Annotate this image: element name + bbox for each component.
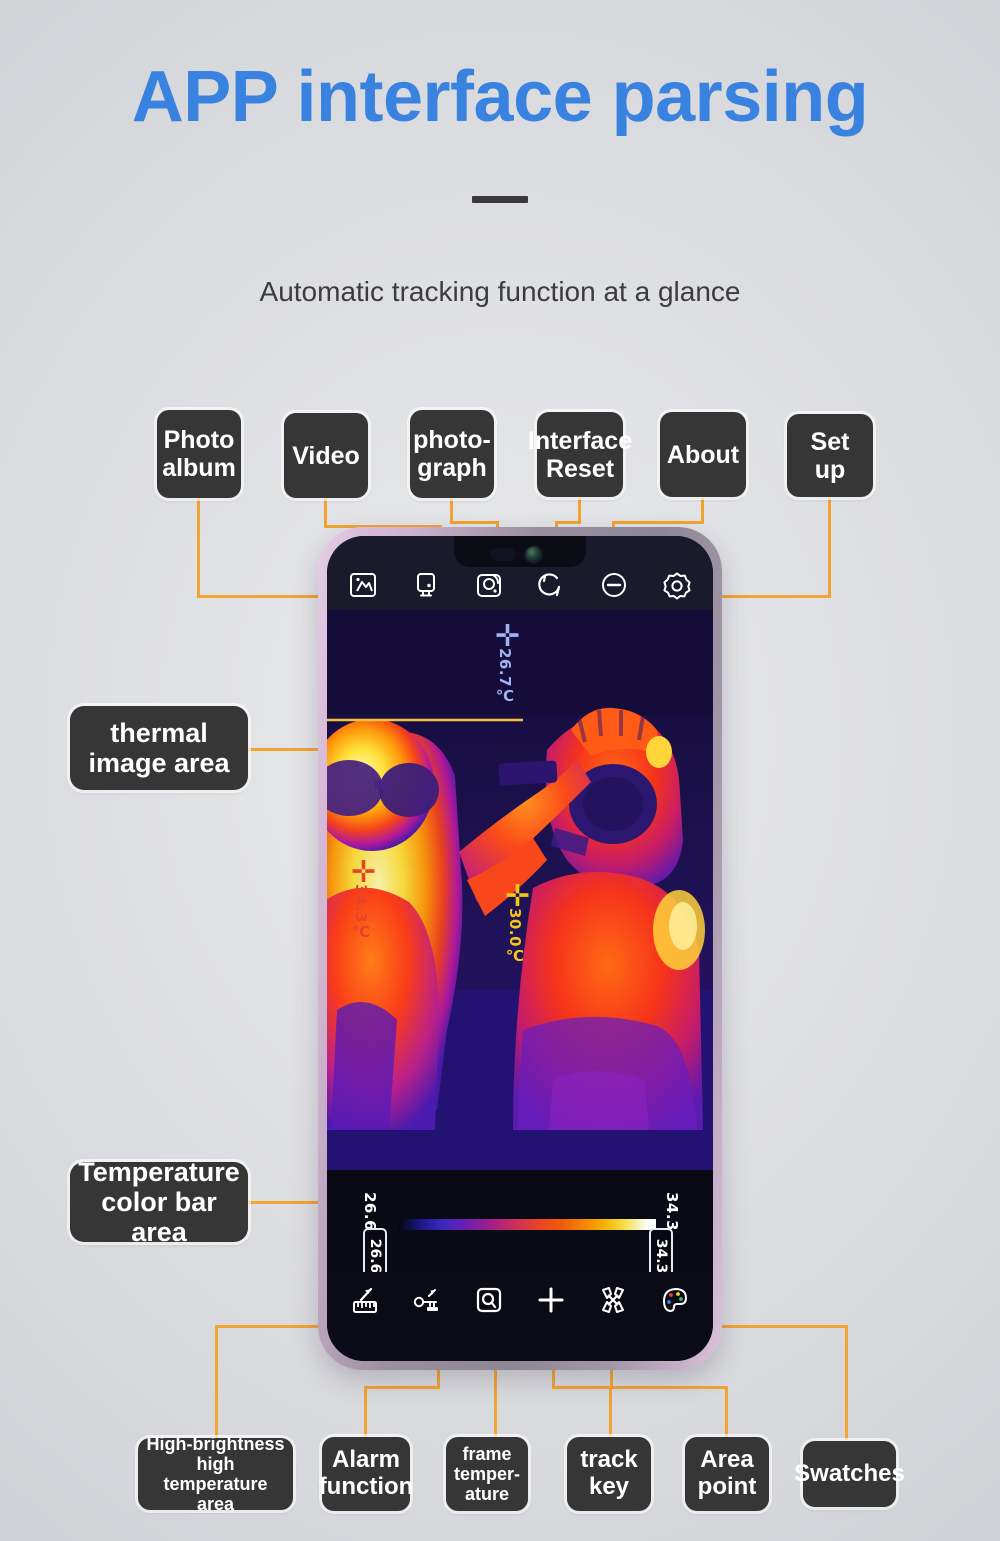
cold-spot-marker[interactable]: ✛ 26.7℃ bbox=[495, 622, 555, 712]
hot-spot-marker[interactable]: ✛ 34.3℃ bbox=[351, 858, 411, 948]
callout-alarm-function-label: Alarm function bbox=[318, 1446, 414, 1500]
colorbar-gradient[interactable] bbox=[399, 1219, 656, 1230]
connector-photograph-h bbox=[450, 521, 498, 524]
callout-video[interactable]: Video bbox=[284, 413, 368, 498]
connector-alarm-h bbox=[364, 1386, 440, 1389]
callout-photograph-label: photo- graph bbox=[413, 426, 491, 482]
phone-notch bbox=[454, 536, 586, 567]
callout-swatches[interactable]: Swatches bbox=[794, 1441, 905, 1507]
callout-video-label: Video bbox=[292, 441, 360, 470]
camera-shutter-icon[interactable] bbox=[473, 569, 505, 601]
callout-interface-reset[interactable]: Interface Reset bbox=[528, 412, 632, 497]
center-spot-marker[interactable]: ✛ 30.0℃ bbox=[505, 882, 565, 972]
connector-about-h bbox=[612, 521, 704, 524]
alarm-key-icon[interactable] bbox=[411, 1284, 443, 1316]
phone-screen: ✛ 26.7℃ ✛ 34.3℃ ✛ 30.0℃ 26.6 34.3 26.6 3… bbox=[327, 536, 713, 1361]
connector-track-h bbox=[552, 1386, 612, 1389]
palette-icon[interactable] bbox=[659, 1284, 691, 1316]
callout-thermal-image-area-label: thermal image area bbox=[88, 717, 230, 778]
connector-video-v1 bbox=[324, 498, 327, 528]
hot-spot-value: 34.3℃ bbox=[352, 884, 370, 942]
callout-set-up-label: Set up bbox=[810, 427, 850, 484]
connector-setup-v1 bbox=[828, 498, 831, 598]
colorbar-min-handle-value: 26.6 bbox=[367, 1238, 383, 1274]
frame-temperature-icon[interactable] bbox=[473, 1284, 505, 1316]
connector-alarm-v2 bbox=[364, 1386, 367, 1440]
rotate-reset-icon[interactable] bbox=[535, 569, 567, 601]
center-spot-value: 30.0℃ bbox=[506, 908, 524, 966]
thermal-image-area[interactable]: ✛ 26.7℃ ✛ 34.3℃ ✛ 30.0℃ bbox=[327, 610, 713, 1170]
video-recorder-icon[interactable] bbox=[410, 569, 442, 601]
callout-high-brightness-area-label: High-brightness high temperature area bbox=[146, 1433, 285, 1515]
connector-area-v2 bbox=[725, 1386, 728, 1440]
callout-photo-album[interactable]: Photo album bbox=[157, 410, 241, 498]
callout-frame-temperature-label: frame temper- ature bbox=[454, 1443, 521, 1505]
callout-swatches-label: Swatches bbox=[794, 1459, 905, 1487]
callout-area-point-label: Area point bbox=[697, 1446, 757, 1500]
colorbar-min-label: 26.6 bbox=[361, 1192, 379, 1232]
connector-area-h bbox=[610, 1386, 728, 1389]
callout-track-key[interactable]: track key bbox=[567, 1437, 651, 1511]
callout-frame-temperature[interactable]: frame temper- ature bbox=[446, 1437, 528, 1511]
callout-temperature-color-bar-area[interactable]: Temperature color bar area bbox=[70, 1157, 248, 1247]
image-crop-icon[interactable] bbox=[347, 569, 379, 601]
connector-swatches-v bbox=[845, 1325, 848, 1440]
page-title: APP interface parsing bbox=[131, 57, 869, 137]
front-camera-icon bbox=[526, 547, 541, 562]
callout-interface-reset-label: Interface Reset bbox=[527, 426, 633, 483]
connector-photo-album-v1 bbox=[197, 498, 200, 598]
earpiece-speaker bbox=[490, 548, 516, 561]
area-point-icon[interactable] bbox=[597, 1284, 629, 1316]
callout-temperature-color-bar-area-label: Temperature color bar area bbox=[78, 1156, 240, 1248]
title-divider bbox=[472, 196, 528, 203]
callout-set-up[interactable]: Set up bbox=[787, 414, 873, 497]
callout-high-brightness-area[interactable]: High-brightness high temperature area bbox=[138, 1434, 293, 1514]
callout-about-label: About bbox=[666, 440, 740, 469]
colorbar-max-label: 34.3 bbox=[663, 1192, 681, 1232]
phone-device: ✛ 26.7℃ ✛ 34.3℃ ✛ 30.0℃ 26.6 34.3 26.6 3… bbox=[318, 527, 722, 1370]
callout-alarm-function[interactable]: Alarm function bbox=[319, 1437, 413, 1511]
cold-spot-value: 26.7℃ bbox=[496, 648, 514, 706]
colorbar-max-handle-value: 34.3 bbox=[653, 1238, 669, 1274]
page-subtitle: Automatic tracking function at a glance bbox=[259, 276, 741, 307]
ruler-measure-icon[interactable] bbox=[349, 1284, 381, 1316]
callout-track-key-label: track key bbox=[580, 1446, 638, 1500]
connector-highbright-v bbox=[215, 1325, 218, 1440]
callout-about[interactable]: About bbox=[660, 412, 746, 497]
callout-area-point[interactable]: Area point bbox=[685, 1437, 769, 1511]
plus-track-icon[interactable] bbox=[535, 1284, 567, 1316]
connector-track-v2 bbox=[609, 1386, 612, 1440]
minus-circle-icon[interactable] bbox=[598, 569, 630, 601]
connector-reset-h bbox=[555, 521, 581, 524]
callout-photograph[interactable]: photo- graph bbox=[410, 410, 494, 498]
gear-icon[interactable] bbox=[661, 569, 693, 601]
callout-thermal-image-area[interactable]: thermal image area bbox=[70, 706, 248, 790]
app-bottom-toolbar bbox=[327, 1272, 713, 1361]
callout-photo-album-label: Photo album bbox=[162, 426, 236, 482]
